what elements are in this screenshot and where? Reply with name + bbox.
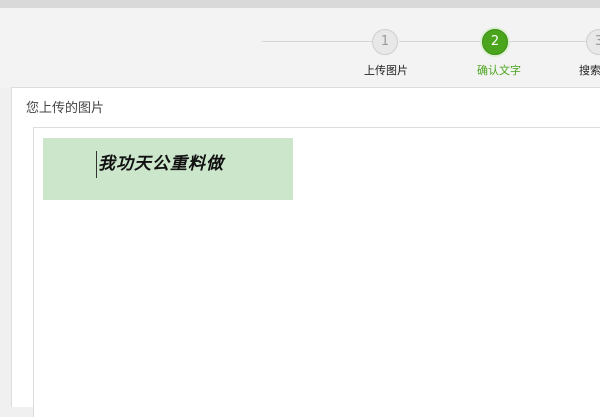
step-connector: [399, 41, 482, 42]
step-connector: [509, 41, 587, 42]
step-1-indicator: 1: [372, 29, 398, 55]
step-3-label: 搜索: [579, 64, 600, 77]
step-2-indicator: 2: [482, 29, 508, 55]
uploaded-image: 我功天公重料做: [43, 138, 293, 200]
step-connector: [262, 41, 372, 42]
text-cursor: [96, 151, 97, 178]
step-2-label: 确认文字: [477, 64, 521, 77]
step-1-label: 上传图片: [364, 64, 408, 77]
top-strip: [0, 0, 600, 8]
recognized-text[interactable]: 我功天公重料做: [98, 149, 224, 174]
panel-title: 您上传的图片: [26, 101, 105, 116]
